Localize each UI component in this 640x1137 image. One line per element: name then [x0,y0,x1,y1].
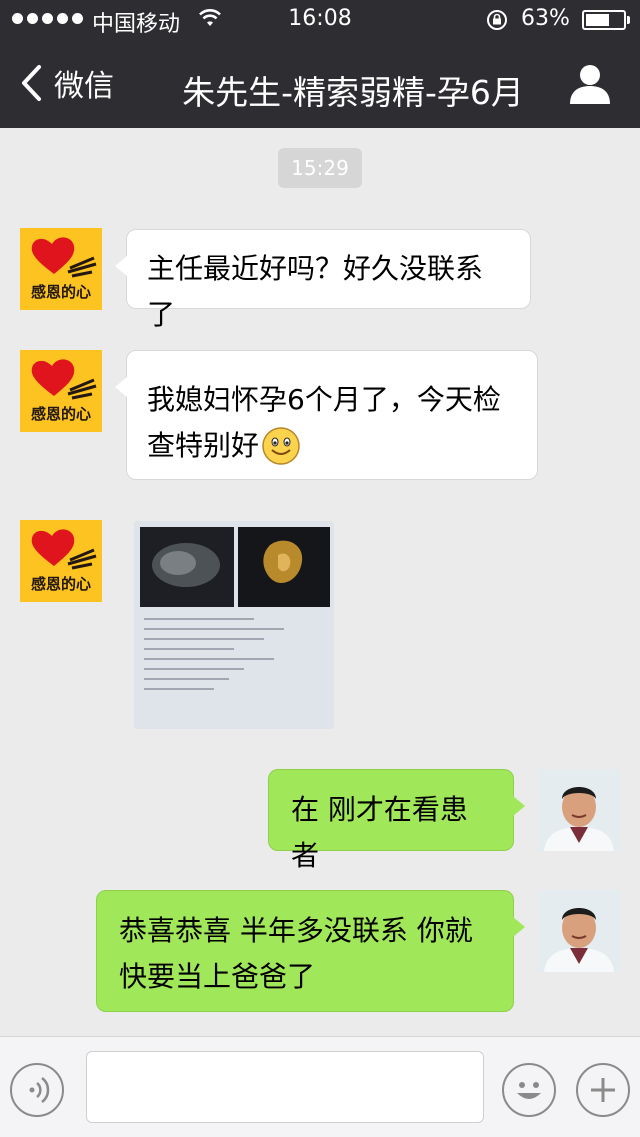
bubble-tail [115,256,127,276]
message-text-line: 我媳妇怀孕6个月了，今天检 [147,383,501,416]
message-text-line: 快要当上爸爸了 [119,960,316,993]
message-text-row: 查特别好 [147,423,517,469]
voice-button[interactable] [10,1063,64,1117]
battery-tip [627,16,630,24]
message-bubble[interactable]: 我媳妇怀孕6个月了，今天检 查特别好 [115,350,538,480]
message-bubble[interactable]: 主任最近好吗？好久没联系了 [115,229,531,331]
ultrasound-report-image[interactable] [134,521,334,729]
message-text: 在 刚才在看患者 [291,793,468,872]
patient-avatar[interactable]: 感恩的心 [20,228,102,310]
message-text-input[interactable] [86,1051,484,1123]
chat-title: 朱先生-精索弱精-孕6月 [182,73,524,112]
contact-profile-icon[interactable] [568,64,612,104]
bubble-tail [115,377,127,397]
message-text-line: 恭喜恭喜 半年多没联系 你就 [119,914,473,947]
status-bar: 中国移动 16:08 63% [0,0,640,40]
message-bubble[interactable]: 恭喜恭喜 半年多没联系 你就 快要当上爸爸了 [96,890,525,1012]
message-text: 主任最近好吗？好久没联系了 [147,252,484,331]
message-input-bar [0,1036,640,1137]
doctor-photo [538,890,620,972]
message-bubble[interactable]: 在 刚才在看患者 [268,769,525,872]
avatar-caption: 感恩的心 [30,405,91,423]
battery-icon [582,10,626,30]
more-button[interactable] [576,1063,630,1117]
patient-avatar[interactable]: 感恩的心 [20,350,102,432]
emoji-icon [517,1082,541,1099]
doctor-photo [538,769,620,851]
avatar-caption: 感恩的心 [30,283,91,301]
heart-icon [31,529,97,570]
patient-avatar[interactable]: 感恩的心 [20,520,102,602]
doctor-avatar[interactable] [538,769,620,851]
voice-icon [29,1077,50,1103]
battery-percent: 63% [521,6,570,31]
heart-icon [31,359,97,400]
bubble-tail [513,917,525,937]
emoji-button[interactable] [502,1063,556,1117]
smiley-emoji-icon [262,427,300,465]
plus-icon [591,1078,615,1102]
rotation-lock-icon [487,10,507,30]
avatar-caption: 感恩的心 [30,575,91,593]
heart-icon [31,237,97,278]
doctor-avatar[interactable] [538,890,620,972]
message-timestamp: 15:29 [278,148,362,188]
top-bar: 中国移动 16:08 63% 微信 朱先生-精索弱精-孕6月 [0,0,640,128]
report-photo [134,521,334,729]
message-text-line: 查特别好 [147,429,260,462]
bubble-tail [513,796,525,816]
